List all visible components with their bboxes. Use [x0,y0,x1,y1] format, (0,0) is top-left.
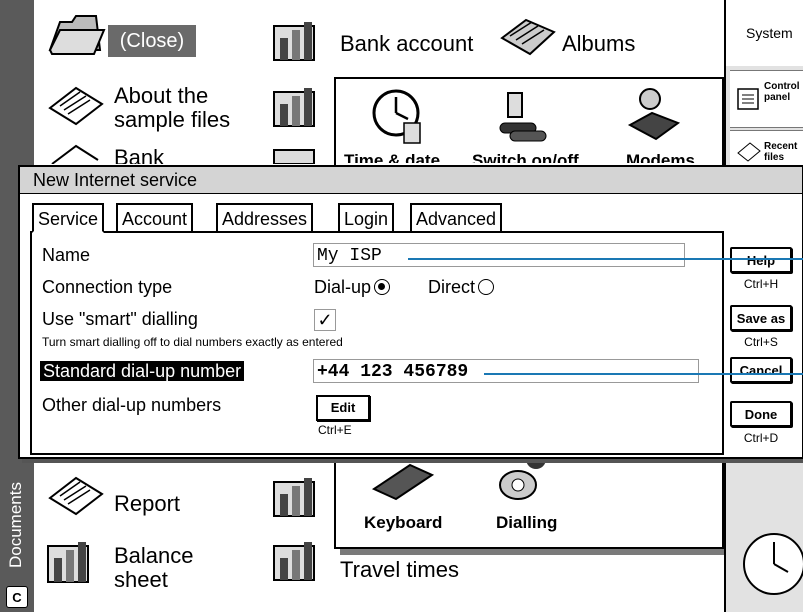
desktop-item-bank[interactable]: Bank [114,146,164,164]
cp-dialling-label[interactable]: Dialling [496,513,557,533]
cp-switch-label[interactable]: Switch on/off [472,151,579,163]
spreadsheet-icon[interactable] [270,534,326,588]
smart-dialling-hint: Turn smart dialling off to dial numbers … [42,335,343,349]
desktop-item-report[interactable]: Report [114,492,180,516]
new-internet-service-dialog: New Internet service Service Account Add… [18,165,803,459]
tab-login[interactable]: Login [338,203,395,231]
callout-line-name [408,258,803,260]
sidebar-label: Documents [6,482,25,568]
done-shortcut: Ctrl+D [743,431,779,445]
direct-label: Direct [428,277,476,297]
cardfile-icon[interactable] [496,10,558,62]
connection-type-label: Connection type [42,277,173,297]
desktop-item-about[interactable]: About the sample files [114,84,230,132]
save-as-button[interactable]: Save as [730,305,792,331]
dialup-radio[interactable] [374,279,391,295]
standard-number-field[interactable]: +44 123 456789 [313,359,699,383]
help-shortcut: Ctrl+H [743,277,779,291]
dialog-title: New Internet service [20,167,802,194]
batteries-icon[interactable] [494,89,550,145]
system-title: System [726,0,803,66]
cp-keyboard-label[interactable]: Keyboard [364,513,442,533]
dialup-label: Dial-up [314,277,372,297]
desktop-item-albums[interactable]: Albums [562,32,635,56]
other-numbers-label: Other dial-up numbers [42,395,222,415]
folder-icon[interactable] [48,10,106,58]
dialup-option[interactable]: Dial-up [314,277,391,298]
control-panel-shortcut[interactable]: Control panel [730,70,803,128]
callout-line-number [484,373,803,375]
direct-option[interactable]: Direct [428,277,495,298]
desktop-item-bank-account[interactable]: Bank account [340,32,473,56]
tab-service[interactable]: Service [32,203,105,233]
document-icon[interactable] [46,470,106,520]
name-label: Name [42,245,91,265]
cp-time-date-label[interactable]: Time & date [344,151,440,163]
tab-addresses[interactable]: Addresses [216,203,314,231]
spreadsheet-icon[interactable] [270,80,326,130]
recent-files-icon [737,142,761,162]
tab-account[interactable]: Account [116,203,194,231]
help-button[interactable]: Help [730,247,792,273]
cancel-button[interactable]: Cancel [730,357,792,383]
smart-dialling-checkbox[interactable]: ✓ [314,309,336,331]
desktop-item-travel-times[interactable]: Travel times [340,558,459,582]
edit-button[interactable]: Edit [316,395,370,421]
document-icon[interactable] [48,142,100,164]
keyboard-icon[interactable] [370,455,434,503]
desktop-item-balance-sheet[interactable]: Balance sheet [114,544,194,592]
cp-modems-label[interactable]: Modems [626,151,695,163]
spreadsheet-icon[interactable] [270,470,326,520]
recent-files-shortcut-label: Recent files [764,141,798,163]
spreadsheet-icon[interactable] [44,532,100,588]
clock-icon[interactable] [370,85,426,147]
close-button[interactable]: (Close) [108,25,196,57]
modem-icon[interactable] [626,85,682,145]
sidebar-c-button[interactable]: C [6,586,28,608]
control-panel-icon [737,88,759,110]
standard-number-label: Standard dial-up number [40,361,245,382]
recent-files-shortcut[interactable]: Recent files [730,130,803,168]
spreadsheet-icon[interactable] [270,140,326,164]
spreadsheet-icon[interactable] [270,14,326,64]
direct-radio[interactable] [478,279,495,295]
done-button[interactable]: Done [730,401,792,427]
edit-shortcut: Ctrl+E [318,423,352,437]
clock-widget-icon [743,533,803,595]
name-field[interactable]: My ISP [313,243,685,267]
document-icon[interactable] [46,80,106,130]
smart-dialling-label: Use "smart" dialling [42,309,198,329]
save-as-shortcut: Ctrl+S [744,335,778,349]
tab-advanced[interactable]: Advanced [410,203,503,231]
control-panel-shortcut-label: Control panel [764,81,800,103]
